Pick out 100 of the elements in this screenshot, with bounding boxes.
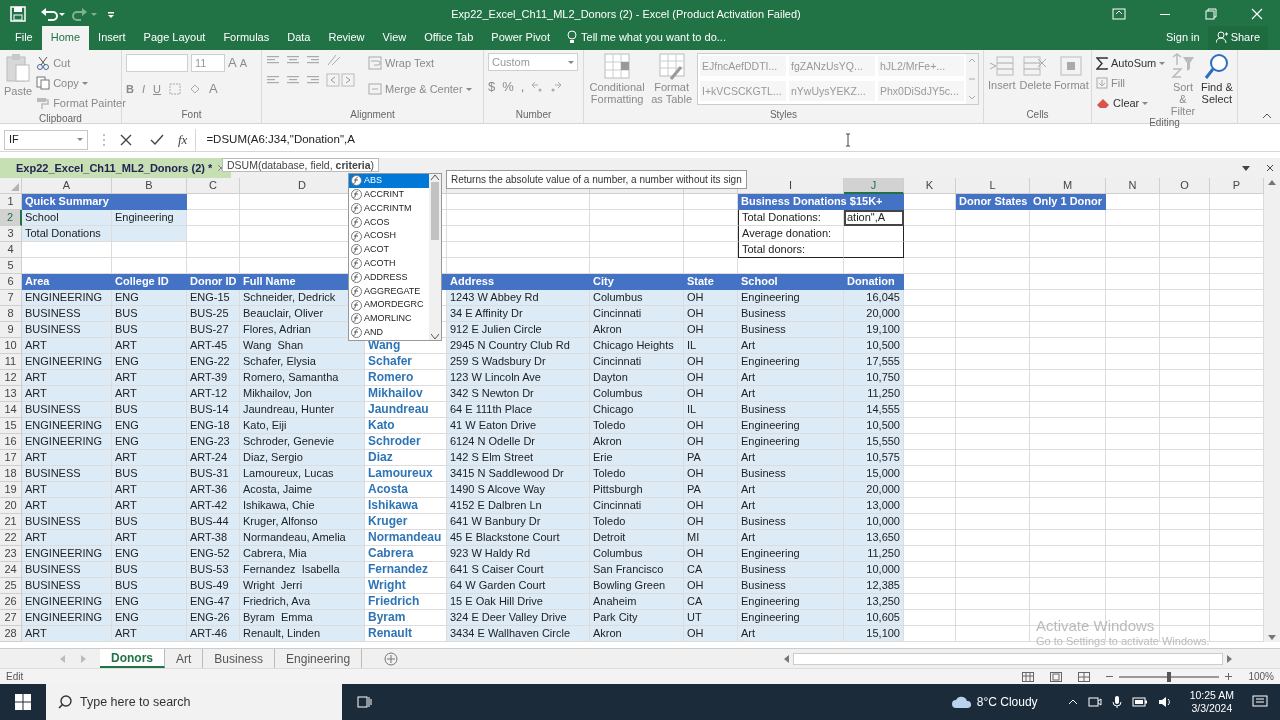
table-cell: Jaundreau, Hunter <box>240 402 365 418</box>
table-cell: BUS-14 <box>187 402 240 418</box>
table-cell: Art <box>738 482 844 498</box>
table-title: Business Donations $15K+ <box>738 194 904 210</box>
table-cell: 142 S Elm Street <box>447 450 590 466</box>
table-cell: ART-42 <box>187 498 240 514</box>
table-cell: ART <box>22 338 112 354</box>
table-cell: 923 W Haldy Rd <box>447 546 590 562</box>
table-cell: Cincinnati <box>590 498 684 514</box>
table-cell: ENGINEERING <box>22 434 112 450</box>
table-cell: Engineering <box>738 594 844 610</box>
table-cell: Byram Emma <box>240 610 365 626</box>
table-cell: 64 W Garden Court <box>447 578 590 594</box>
table-cell: Renault, Linden <box>240 626 365 642</box>
table-cell: 15,000 <box>844 466 904 482</box>
table-cell: ART <box>112 386 187 402</box>
table-cell: PA <box>684 482 738 498</box>
table-cell: BUS-44 <box>187 514 240 530</box>
table-cell: ENGINEERING <box>22 354 112 370</box>
table-cell: 10,500 <box>844 418 904 434</box>
table-cell: 6124 N Odelle Dr <box>447 434 590 450</box>
table-cell: Total donors: <box>738 242 844 258</box>
table-cell: ENG-23 <box>187 434 240 450</box>
table-cell: PA <box>684 450 738 466</box>
table-cell: 14,555 <box>844 402 904 418</box>
table-cell: Chicago <box>590 402 684 418</box>
table-cell: Wright Jerri <box>240 578 365 594</box>
table-cell: Schafer, Elysia <box>240 354 365 370</box>
table-cell: ENG <box>112 434 187 450</box>
column-header: College ID <box>112 274 187 290</box>
table-cell: 3415 N Saddlewood Dr <box>447 466 590 482</box>
table-cell: 1243 W Abbey Rd <box>447 290 590 306</box>
table-cell: Business <box>738 322 844 338</box>
group-label: Number <box>514 109 553 122</box>
table-cell: 11,250 <box>844 386 904 402</box>
column-header: State <box>684 274 738 290</box>
table-cell: OH <box>684 434 738 450</box>
table-cell: ENG-47 <box>187 594 240 610</box>
table-cell: BUSINESS <box>22 562 112 578</box>
table-cell: 34 E Affinity Dr <box>447 306 590 322</box>
table-cell: Art <box>738 626 844 642</box>
table-cell: ART <box>22 530 112 546</box>
table-cell: ART-36 <box>187 482 240 498</box>
table-cell: Pittsburgh <box>590 482 684 498</box>
table-cell: Business <box>738 514 844 530</box>
table-cell: ART <box>112 530 187 546</box>
table-cell: Wang Shan <box>240 338 365 354</box>
table-cell: ENG <box>112 418 187 434</box>
table-cell: Engineering <box>112 210 187 226</box>
table-cell: BUS-53 <box>187 562 240 578</box>
table-cell: 17,555 <box>844 354 904 370</box>
table-cell: Engineering <box>738 546 844 562</box>
table-cell: 41 W Eaton Drive <box>447 418 590 434</box>
table-cell: 15,100 <box>844 626 904 642</box>
table-cell: Schroder, Genevie <box>240 434 365 450</box>
table-cell: ART <box>112 450 187 466</box>
table-cell: ENG <box>112 546 187 562</box>
table-cell: ART <box>112 626 187 642</box>
table-cell: Toledo <box>590 466 684 482</box>
table-cell: Diaz, Sergio <box>240 450 365 466</box>
table-cell: Cabrera, Mia <box>240 546 365 562</box>
column-header: Donation <box>844 274 904 290</box>
table-cell: 64 E 111th Place <box>447 402 590 418</box>
table-cell: ART-24 <box>187 450 240 466</box>
table-cell: BUS <box>112 466 187 482</box>
table-cell: 16,045 <box>844 290 904 306</box>
table-cell: Cincinnati <box>590 354 684 370</box>
table-cell: ENG-26 <box>187 610 240 626</box>
table-cell: 13,650 <box>844 530 904 546</box>
group-label: Styles <box>768 109 799 122</box>
table-cell: Business <box>738 306 844 322</box>
table-cell: Akron <box>590 434 684 450</box>
table-cell: ART <box>22 450 112 466</box>
table-cell: ENGINEERING <box>22 610 112 626</box>
table-cell: BUS-27 <box>187 322 240 338</box>
table-cell: ENG <box>112 594 187 610</box>
column-header: City <box>590 274 684 290</box>
table-cell: Chicago Heights <box>590 338 684 354</box>
table-cell: Business <box>738 466 844 482</box>
table-cell: ART-38 <box>187 530 240 546</box>
table-cell: ART <box>22 626 112 642</box>
table-cell: 15,550 <box>844 434 904 450</box>
table-cell: OH <box>684 498 738 514</box>
group-label: Alignment <box>349 109 396 122</box>
table-cell: OH <box>684 322 738 338</box>
table-cell: 15 E Oak Hill Drive <box>447 594 590 610</box>
table-cell: Akron <box>590 322 684 338</box>
table-cell: OH <box>684 514 738 530</box>
function-tooltip: DSUM(database, field, criteria) <box>222 158 380 172</box>
table-cell: ENG <box>112 610 187 626</box>
table-cell: BUS-31 <box>187 466 240 482</box>
table-cell: Art <box>738 450 844 466</box>
table-cell: ART-46 <box>187 626 240 642</box>
table-cell: BUS <box>112 514 187 530</box>
table-cell: ART <box>112 482 187 498</box>
table-cell: Romero, Samantha <box>240 370 365 386</box>
table-title: Quick Summary <box>22 194 187 210</box>
table-cell: OH <box>684 290 738 306</box>
activation-hint: Go to Settings to activate Windows. <box>1036 634 1210 647</box>
table-cell: 123 W Lincoln Ave <box>447 370 590 386</box>
